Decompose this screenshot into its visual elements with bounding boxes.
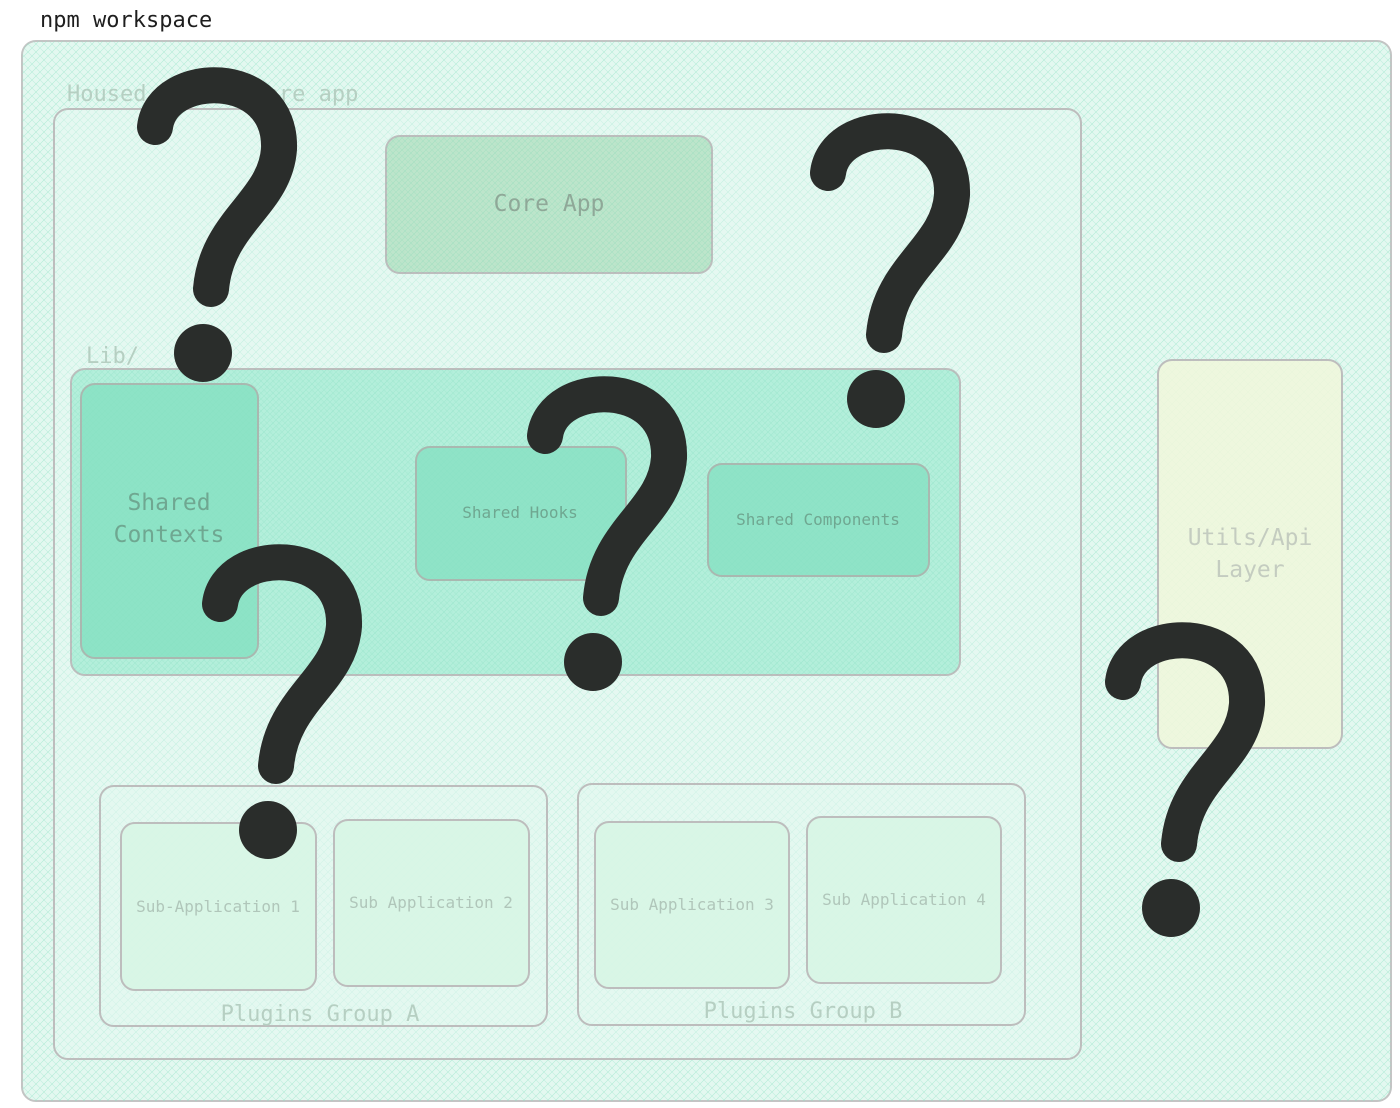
sub-application-2-label: Sub Application 2	[349, 893, 513, 912]
sub-application-1-label: Sub-Application 1	[136, 897, 300, 916]
plugins-group-b-label: Plugins Group B	[704, 999, 903, 1024]
lib-label: Lib/	[86, 344, 139, 369]
core-app-label: Core App	[494, 191, 605, 217]
sub-application-4-box[interactable]: Sub Application 4	[806, 816, 1002, 984]
plugins-group-b: Sub Application 3 Sub Application 4 Plug…	[577, 783, 1026, 1026]
plugins-group-a: Sub-Application 1 Sub Application 2 Plug…	[99, 785, 548, 1027]
sub-application-2-box[interactable]: Sub Application 2	[333, 819, 530, 987]
shared-contexts-line-1: Shared	[127, 490, 210, 516]
core-app-box[interactable]: Core App	[385, 135, 713, 274]
plugins-group-a-label: Plugins Group A	[221, 1002, 420, 1027]
sub-application-3-box[interactable]: Sub Application 3	[594, 821, 790, 989]
sub-application-4-label: Sub Application 4	[822, 890, 986, 909]
sub-application-3-label: Sub Application 3	[610, 895, 774, 914]
shared-components-box[interactable]: Shared Components	[707, 463, 930, 577]
shared-contexts-line-2: Contexts	[114, 522, 225, 548]
architecture-diagram: Housed by the Core app Core App Lib/ Sha…	[21, 40, 1392, 1102]
shared-components-label: Shared Components	[736, 510, 900, 529]
utils-line-2: Layer	[1215, 557, 1284, 583]
utils-line-1: Utils/Api	[1188, 525, 1313, 551]
shared-hooks-label: Shared Hooks	[462, 503, 578, 522]
